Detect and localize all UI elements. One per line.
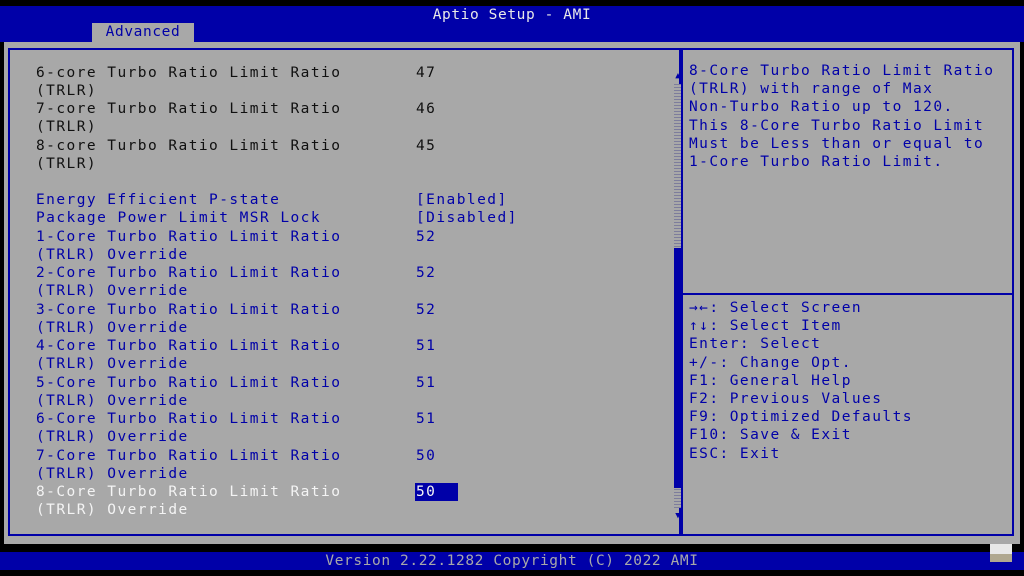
settings-panel: 6-core Turbo Ratio Limit Ratio (TRLR) 47… xyxy=(8,48,682,536)
help-line: Non-Turbo Ratio up to 120. xyxy=(689,99,954,116)
setting-label: 8-core Turbo Ratio Limit Ratio (TRLR) xyxy=(36,138,342,173)
setting-label: 6-Core Turbo Ratio Limit Ratio (TRLR) Ov… xyxy=(36,411,342,446)
setting-label: 3-Core Turbo Ratio Limit Ratio (TRLR) Ov… xyxy=(36,302,342,337)
setting-value[interactable]: [Enabled] xyxy=(416,191,508,209)
setting-value-selected[interactable]: 50 xyxy=(415,483,458,502)
keyboard-icon xyxy=(990,544,1012,562)
help-line: Must be Less than or equal to xyxy=(689,135,985,152)
tab-advanced[interactable]: Advanced xyxy=(92,23,194,42)
key-f10: F10: Save & Exit xyxy=(689,427,852,444)
setting-label: 6-core Turbo Ratio Limit Ratio (TRLR) xyxy=(36,65,342,100)
help-line: 1-Core Turbo Ratio Limit. xyxy=(689,154,944,171)
key-select-screen: →←: Select Screen xyxy=(689,300,863,316)
setting-value: 45 xyxy=(416,138,437,154)
settings-row-static: 8-core Turbo Ratio Limit Ratio (TRLR) 45 xyxy=(36,137,676,173)
setting-value[interactable]: 52 xyxy=(416,228,436,246)
key-esc: ESC: Exit xyxy=(689,445,781,462)
setting-value[interactable]: 52 xyxy=(416,264,436,282)
setting-package-power-limit-msr-lock[interactable]: Package Power Limit MSR Lock [Disabled] xyxy=(36,209,676,227)
setting-7-core-trlr-override[interactable]: 7-Core Turbo Ratio Limit Ratio (TRLR) Ov… xyxy=(36,447,676,483)
setting-value: 47 xyxy=(416,65,437,81)
setting-label: 4-Core Turbo Ratio Limit Ratio (TRLR) Ov… xyxy=(36,338,342,373)
setting-4-core-trlr-override[interactable]: 4-Core Turbo Ratio Limit Ratio (TRLR) Ov… xyxy=(36,337,676,373)
help-divider xyxy=(683,293,1012,295)
key-legend: →←: Select Screen ↑↓: Select Item Enter:… xyxy=(689,299,1009,463)
setting-8-core-trlr-override[interactable]: 8-Core Turbo Ratio Limit Ratio (TRLR) Ov… xyxy=(36,483,676,519)
help-line: This 8-Core Turbo Ratio Limit xyxy=(689,117,985,134)
help-line: (TRLR) with range of Max xyxy=(689,81,934,98)
setting-5-core-trlr-override[interactable]: 5-Core Turbo Ratio Limit Ratio (TRLR) Ov… xyxy=(36,374,676,410)
setting-2-core-trlr-override[interactable]: 2-Core Turbo Ratio Limit Ratio (TRLR) Ov… xyxy=(36,264,676,300)
setting-label: 7-Core Turbo Ratio Limit Ratio (TRLR) Ov… xyxy=(36,448,342,483)
title-bar: Aptio Setup - AMI Advanced xyxy=(0,6,1024,42)
setting-label: Energy Efficient P-state xyxy=(36,192,281,208)
setting-energy-efficient-p-state[interactable]: Energy Efficient P-state [Enabled] xyxy=(36,191,676,209)
setting-label: 5-Core Turbo Ratio Limit Ratio (TRLR) Ov… xyxy=(36,375,342,410)
setting-label: 8-Core Turbo Ratio Limit Ratio (TRLR) Ov… xyxy=(36,484,342,519)
setting-label: 7-core Turbo Ratio Limit Ratio (TRLR) xyxy=(36,101,342,136)
setting-6-core-trlr-override[interactable]: 6-Core Turbo Ratio Limit Ratio (TRLR) Ov… xyxy=(36,410,676,446)
setting-value[interactable]: [Disabled] xyxy=(416,209,518,227)
help-description: 8-Core Turbo Ratio Limit Ratio (TRLR) wi… xyxy=(689,62,1009,171)
version-text: Version 2.22.1282 Copyright (C) 2022 AMI xyxy=(0,552,1024,570)
setting-value[interactable]: 50 xyxy=(416,447,436,465)
setting-value[interactable]: 52 xyxy=(416,301,436,319)
help-line: 8-Core Turbo Ratio Limit Ratio xyxy=(689,63,995,79)
setting-1-core-trlr-override[interactable]: 1-Core Turbo Ratio Limit Ratio (TRLR) Ov… xyxy=(36,228,676,264)
key-f9: F9: Optimized Defaults xyxy=(689,409,913,426)
help-panel: 8-Core Turbo Ratio Limit Ratio (TRLR) wi… xyxy=(681,48,1014,536)
window-title: Aptio Setup - AMI xyxy=(432,7,592,23)
setting-label: 2-Core Turbo Ratio Limit Ratio (TRLR) Ov… xyxy=(36,265,342,300)
key-select-item: ↑↓: Select Item xyxy=(689,318,842,335)
key-change-opt: +/-: Change Opt. xyxy=(689,354,852,371)
key-f2: F2: Previous Values xyxy=(689,391,883,408)
key-enter: Enter: Select xyxy=(689,336,822,353)
key-f1: F1: General Help xyxy=(689,372,852,389)
settings-row-static: 6-core Turbo Ratio Limit Ratio (TRLR) 47 xyxy=(36,64,676,100)
settings-row-static: 7-core Turbo Ratio Limit Ratio (TRLR) 46 xyxy=(36,100,676,136)
main-area: 6-core Turbo Ratio Limit Ratio (TRLR) 47… xyxy=(4,42,1020,544)
setting-label: 1-Core Turbo Ratio Limit Ratio (TRLR) Ov… xyxy=(36,229,342,264)
footer: Version 2.22.1282 Copyright (C) 2022 AMI xyxy=(0,544,1024,576)
setting-value[interactable]: 51 xyxy=(416,410,436,428)
setting-value[interactable]: 51 xyxy=(416,374,436,392)
setting-value: 46 xyxy=(416,101,437,117)
setting-value[interactable]: 51 xyxy=(416,337,436,355)
setting-3-core-trlr-override[interactable]: 3-Core Turbo Ratio Limit Ratio (TRLR) Ov… xyxy=(36,301,676,337)
setting-label: Package Power Limit MSR Lock xyxy=(36,210,322,226)
